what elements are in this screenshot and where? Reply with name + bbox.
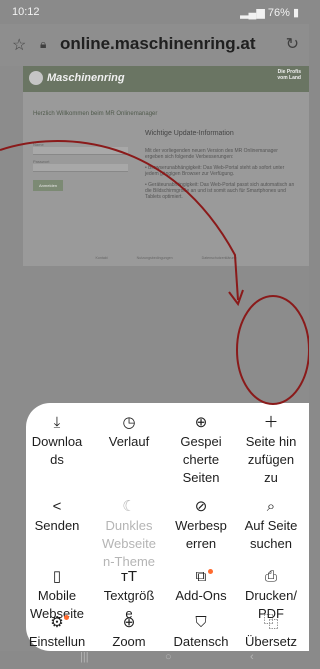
annotation-overlay bbox=[0, 140, 309, 405]
annotation-circle bbox=[236, 295, 309, 405]
annotation-arrow bbox=[0, 140, 239, 301]
annotation-arrowhead bbox=[228, 289, 244, 307]
recent-apps-icon[interactable]: ||| bbox=[80, 651, 89, 663]
system-nav-bar: ||| ○ ‹ bbox=[0, 651, 309, 667]
back-icon[interactable]: ‹ bbox=[250, 651, 254, 663]
home-icon[interactable]: ○ bbox=[165, 651, 172, 663]
